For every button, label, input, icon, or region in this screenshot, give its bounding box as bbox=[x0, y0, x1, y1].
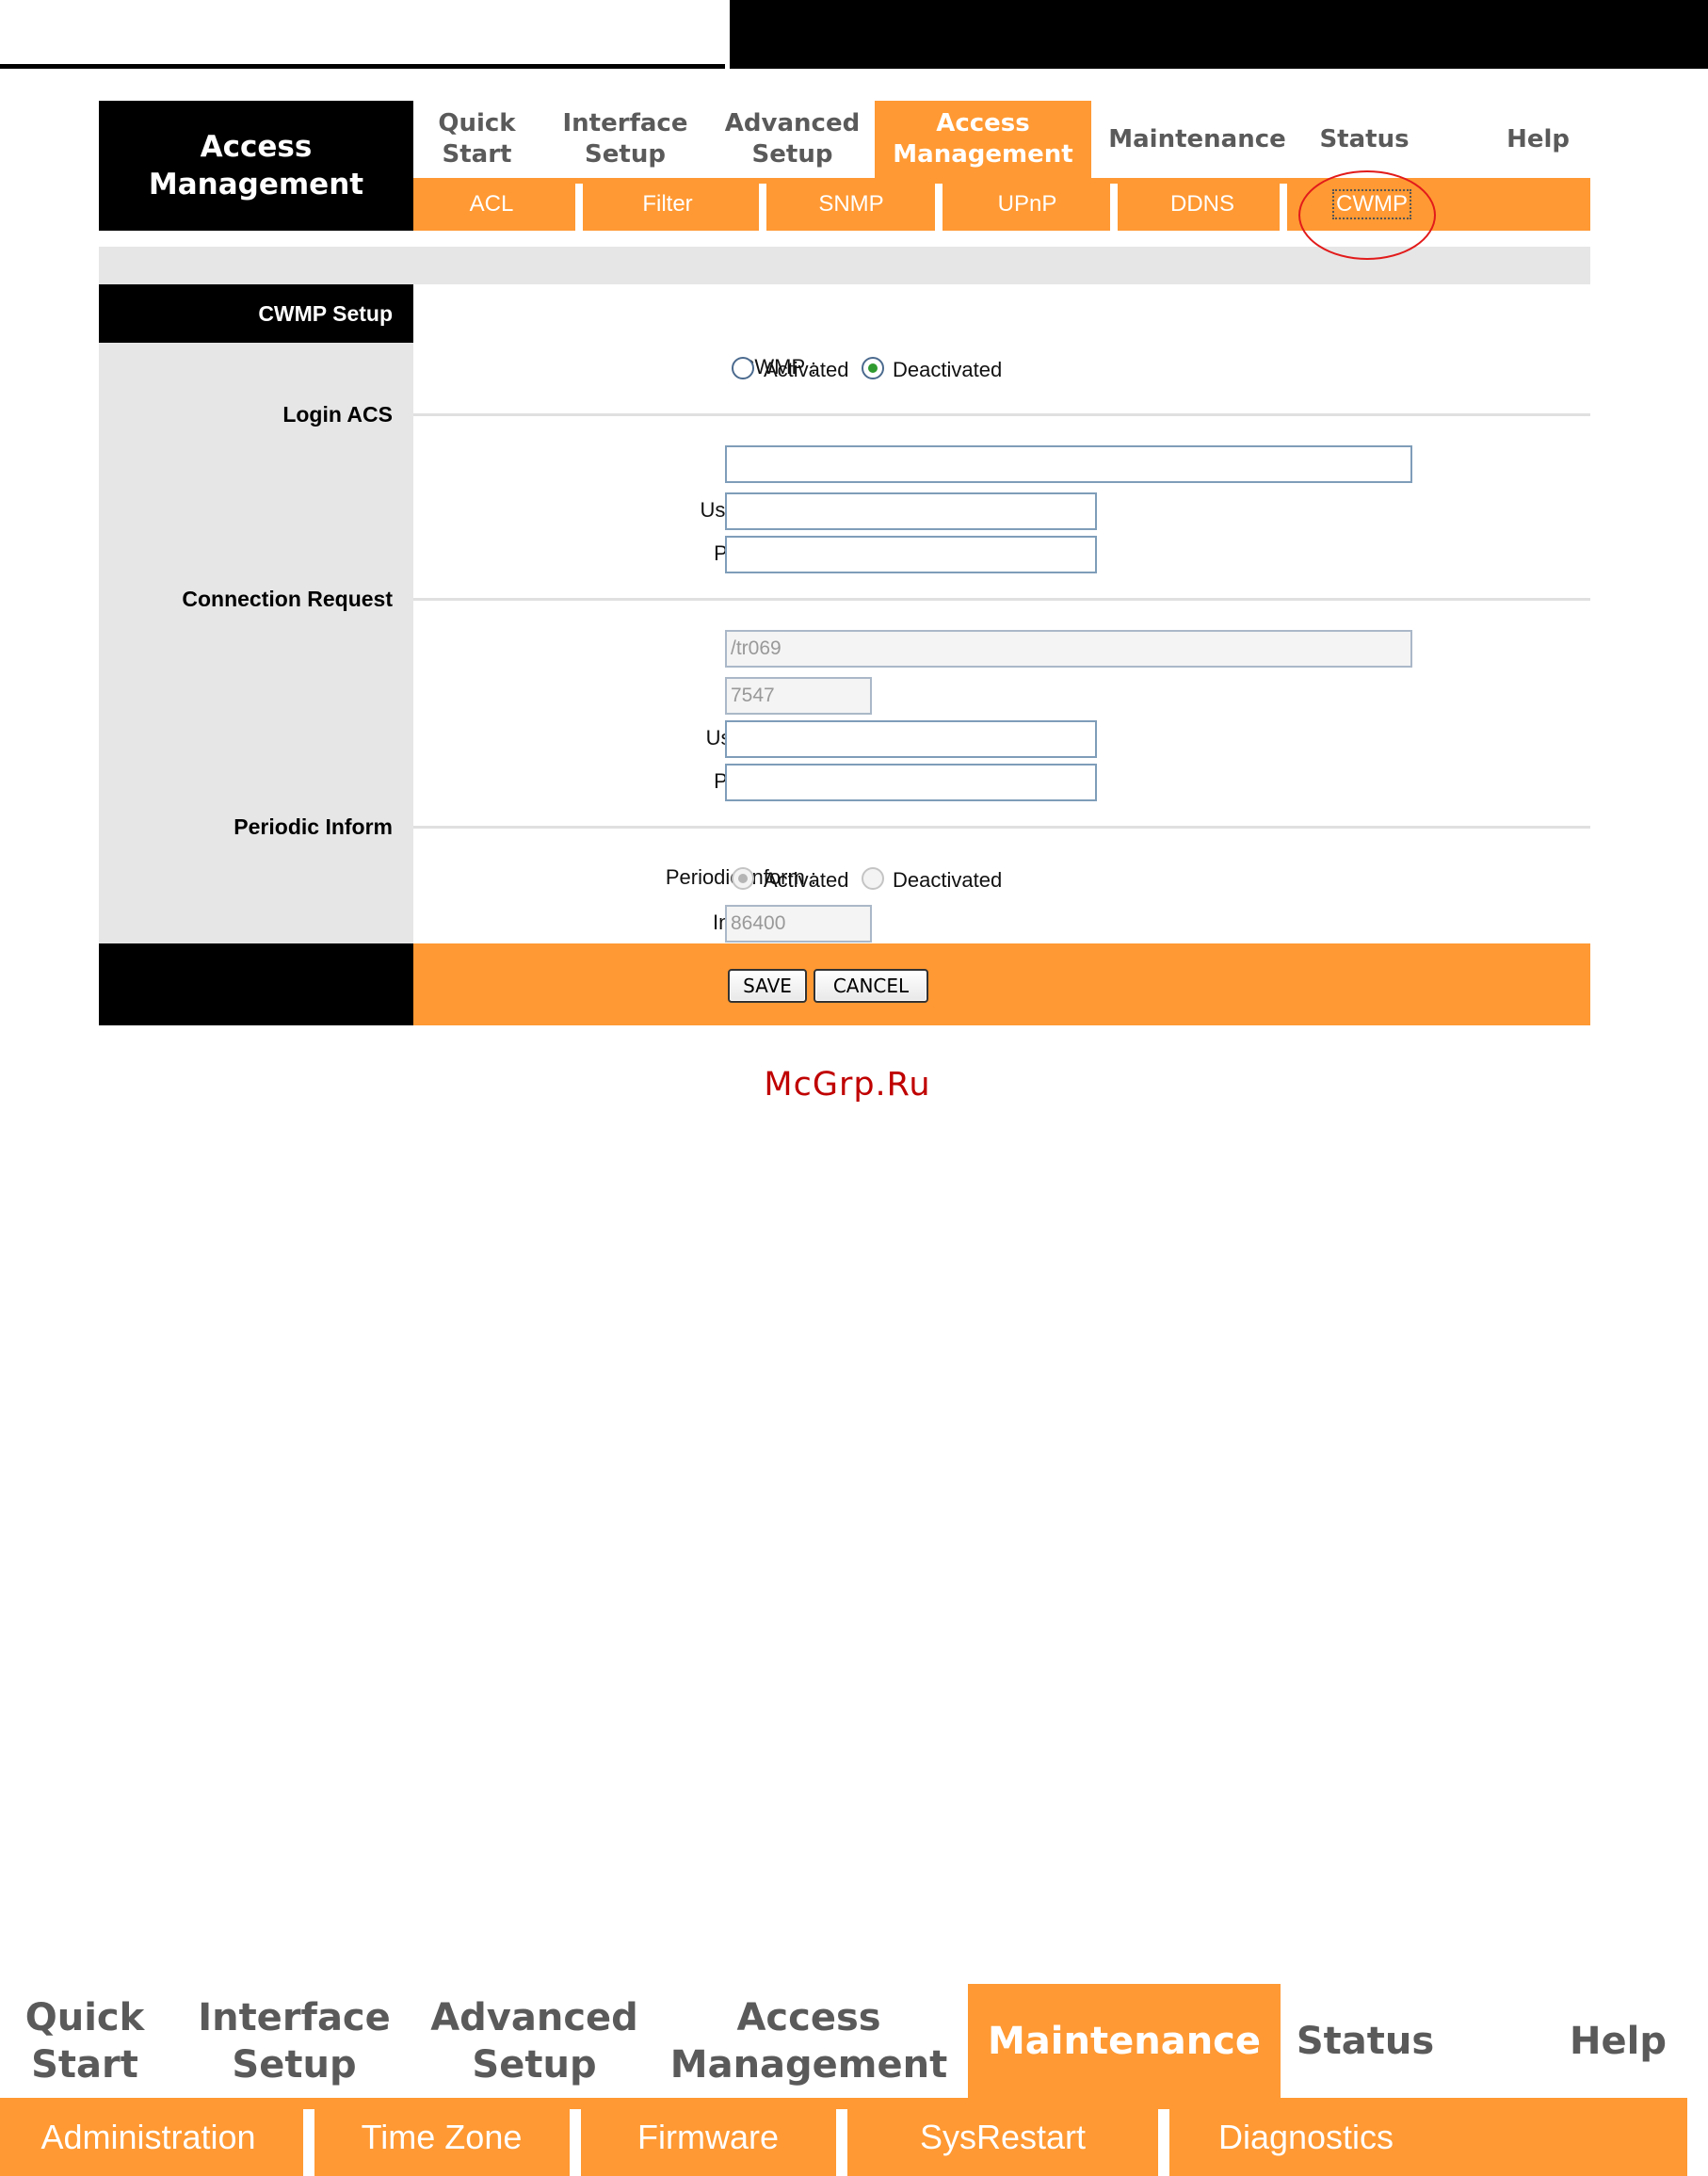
subnav-separator bbox=[935, 184, 943, 231]
subnav-separator bbox=[836, 2109, 847, 2176]
subnav-separator bbox=[303, 2109, 314, 2176]
periodic-activated-radio[interactable] bbox=[732, 867, 754, 890]
subnav-acl[interactable]: ACL bbox=[413, 178, 570, 231]
subnav-administration[interactable]: Administration bbox=[0, 2098, 297, 2176]
top-nav: Quick Start Interface Setup Advanced Set… bbox=[0, 1984, 1687, 2098]
sub-nav: Administration Time Zone Firmware SysRes… bbox=[0, 2098, 1687, 2176]
brand-section-title: Access Management bbox=[99, 101, 413, 231]
save-button[interactable]: SAVE bbox=[728, 969, 807, 1003]
port-input[interactable]: 7547 bbox=[725, 677, 872, 715]
subnav-snmp[interactable]: SNMP bbox=[766, 178, 936, 231]
cwmp-label: CWMP : bbox=[739, 355, 816, 379]
subnav-separator bbox=[575, 184, 583, 231]
connection-request-label: Connection Request bbox=[182, 587, 393, 611]
subnav-firmware[interactable]: Firmware bbox=[581, 2098, 835, 2176]
cr-username-input[interactable] bbox=[725, 720, 1097, 758]
page-header-rule bbox=[0, 64, 725, 69]
tab-quick-start[interactable]: Quick Start bbox=[0, 1984, 169, 2098]
footer-left-block bbox=[99, 943, 413, 1025]
periodic-inform-section-label: Periodic Inform bbox=[234, 814, 393, 839]
tab-maintenance[interactable]: Maintenance bbox=[968, 1984, 1281, 2098]
subnav-ddns[interactable]: DDNS bbox=[1118, 178, 1287, 231]
subnav-time-zone[interactable]: Time Zone bbox=[314, 2098, 569, 2176]
tab-interface-setup[interactable]: Interface Setup bbox=[169, 1984, 419, 2098]
cancel-button[interactable]: CANCEL bbox=[814, 969, 928, 1003]
radio-selected-dot bbox=[738, 874, 748, 883]
left-label-column bbox=[99, 284, 413, 943]
subnav-upnp[interactable]: UPnP bbox=[943, 178, 1112, 231]
subnav-diagnostics[interactable]: Diagnostics bbox=[1169, 2098, 1442, 2176]
cwmp-activated-radio[interactable] bbox=[732, 357, 754, 379]
url-input[interactable] bbox=[725, 445, 1412, 483]
cwmp-highlight-circle bbox=[1298, 170, 1436, 260]
tab-help[interactable]: Help bbox=[1450, 1984, 1687, 2098]
cwmp-activated-label: Activated bbox=[764, 358, 849, 381]
subnav-separator bbox=[1110, 184, 1118, 231]
login-acs-label: Login ACS bbox=[282, 402, 393, 427]
subnav-separator bbox=[759, 184, 766, 231]
page-header-bar bbox=[730, 0, 1708, 69]
periodic-activated-label: Activated bbox=[764, 868, 849, 892]
subnav-sysrestart[interactable]: SysRestart bbox=[847, 2098, 1158, 2176]
subnav-separator bbox=[570, 2109, 581, 2176]
periodic-inform-label: Periodic Inform : bbox=[665, 865, 816, 889]
subnav-separator bbox=[1280, 184, 1287, 231]
tab-access-management[interactable]: Access Management bbox=[650, 1984, 968, 2098]
tab-advanced-setup[interactable]: Advanced Setup bbox=[419, 1984, 650, 2098]
subnav-filter[interactable]: Filter bbox=[583, 178, 752, 231]
tab-maintenance[interactable]: Maintenance bbox=[1091, 101, 1303, 178]
cwmp-setup-header: CWMP Setup bbox=[99, 284, 413, 343]
cr-password-input[interactable] bbox=[725, 764, 1097, 801]
section-divider bbox=[413, 598, 1590, 601]
tab-help[interactable]: Help bbox=[1426, 101, 1590, 178]
subnav-separator bbox=[1158, 2109, 1169, 2176]
acs-password-input[interactable] bbox=[725, 536, 1097, 573]
tab-access-management[interactable]: Access Management bbox=[875, 101, 1091, 178]
footer-button-bar bbox=[413, 943, 1590, 1025]
maintenance-nav-screen: Quick Start Interface Setup Advanced Set… bbox=[0, 1984, 1708, 2176]
section-divider bbox=[413, 413, 1590, 416]
radio-selected-dot bbox=[868, 363, 878, 373]
tab-quick-start[interactable]: Quick Start bbox=[413, 101, 540, 178]
periodic-deactivated-label: Deactivated bbox=[893, 868, 1003, 892]
top-nav: Quick Start Interface Setup Advanced Set… bbox=[413, 101, 1590, 178]
tab-status[interactable]: Status bbox=[1281, 1984, 1450, 2098]
cwmp-deactivated-label: Deactivated bbox=[893, 358, 1003, 381]
path-input[interactable]: /tr069 bbox=[725, 630, 1412, 668]
section-divider bbox=[413, 826, 1590, 829]
tab-interface-setup[interactable]: Interface Setup bbox=[540, 101, 710, 178]
interval-input[interactable]: 86400 bbox=[725, 905, 872, 943]
cwmp-deactivated-radio[interactable] bbox=[862, 357, 884, 379]
watermark-text: McGrp.Ru bbox=[764, 1066, 931, 1104]
tab-advanced-setup[interactable]: Advanced Setup bbox=[710, 101, 875, 178]
tab-status[interactable]: Status bbox=[1303, 101, 1426, 178]
periodic-deactivated-radio[interactable] bbox=[862, 867, 884, 890]
acs-username-input[interactable] bbox=[725, 492, 1097, 530]
